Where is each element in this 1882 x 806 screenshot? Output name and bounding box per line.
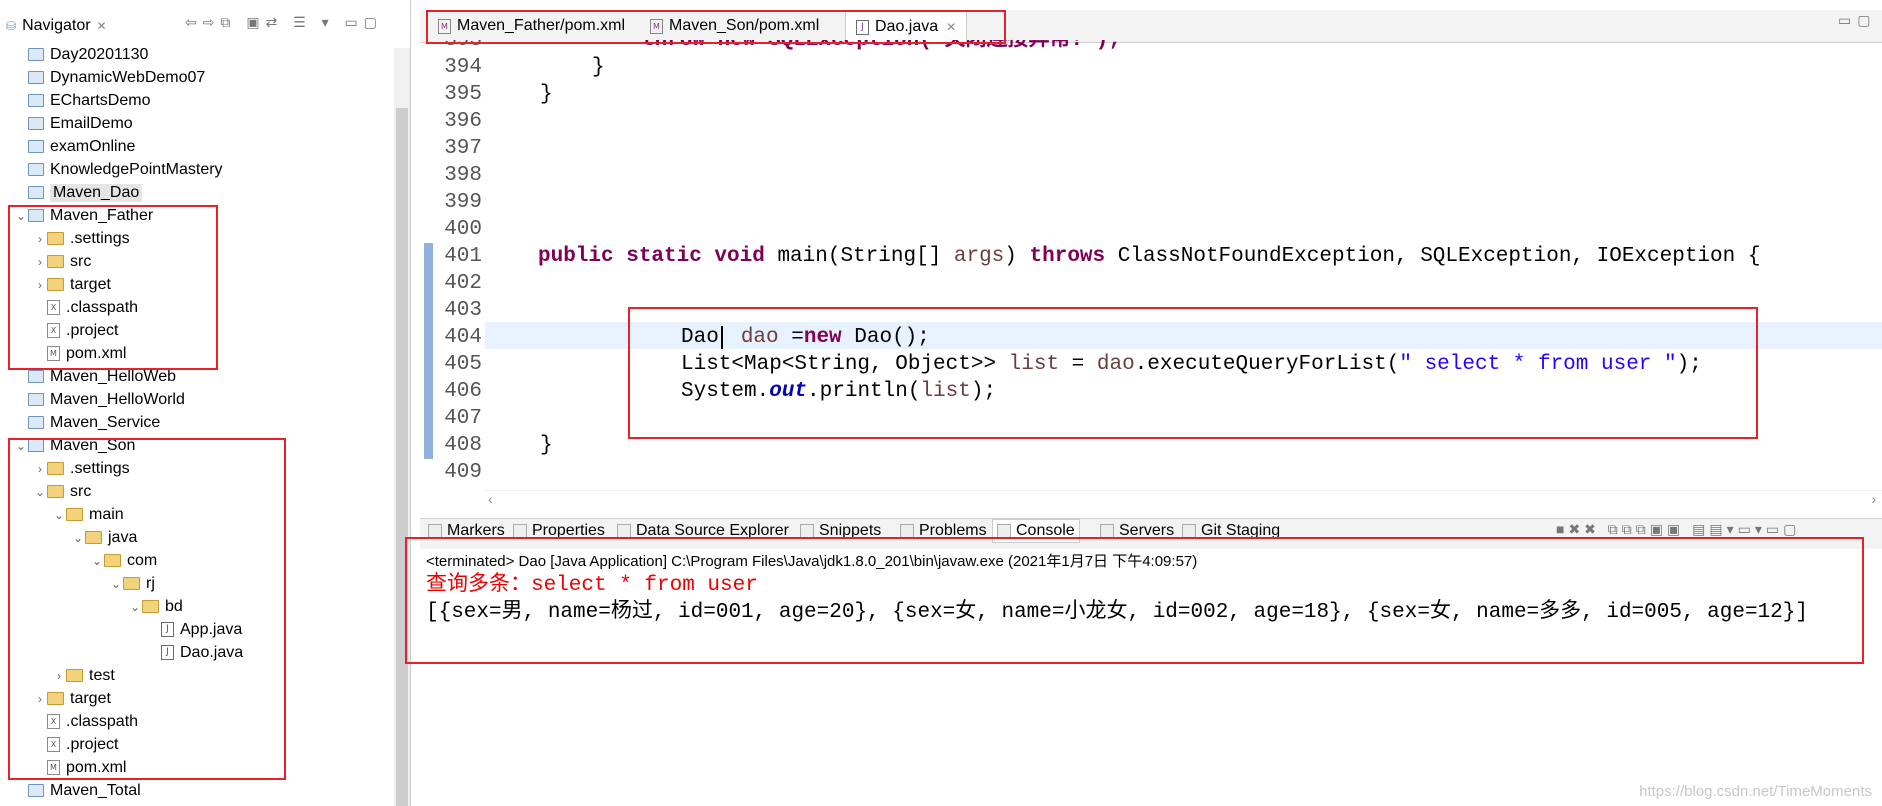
tree-item[interactable]: Maven_Total (14, 779, 141, 802)
highlight-box-maven-father (8, 205, 218, 370)
tree-item-label: Maven_HelloWorld (50, 390, 185, 408)
tree-item-label: Maven_Service (50, 413, 161, 431)
line-number: 397 (444, 137, 482, 160)
code-keyword: public static void (538, 245, 765, 268)
tree-item-label: Maven_HelloWeb (50, 367, 176, 385)
line-number: 396 (444, 110, 482, 133)
line-number: 406 (444, 380, 482, 403)
tree-item[interactable]: Maven_Dao (14, 181, 143, 204)
line-number: 408 (444, 434, 482, 457)
folder-icon (28, 48, 44, 61)
code-text: ClassNotFoundException, SQLException, IO… (1105, 245, 1761, 268)
folder-icon (28, 163, 44, 176)
line-number: 407 (444, 407, 482, 430)
data-source-explorer-icon (617, 524, 631, 538)
highlight-box-maven-son (8, 438, 286, 780)
tree-item[interactable]: Day20201130 (14, 43, 148, 66)
line-number: 404 (444, 326, 482, 349)
snippets-icon (800, 524, 814, 538)
tree-item-label: Maven_Dao (50, 183, 143, 202)
properties-icon (513, 524, 527, 538)
editor-window-controls[interactable]: ▭▢ (1838, 12, 1876, 29)
highlight-box-console (405, 537, 1864, 664)
tree-item[interactable]: Maven_HelloWorld (14, 388, 185, 411)
close-icon[interactable]: ✕ (97, 19, 107, 33)
folder-icon (28, 140, 44, 153)
editor-horizontal-scrollbar[interactable]: ‹ › (484, 490, 1882, 509)
navigator-scroll-thumb[interactable] (396, 108, 408, 806)
highlight-box-code (628, 307, 1758, 439)
tree-item-label: Day20201130 (50, 45, 149, 63)
folder-icon (28, 186, 44, 199)
folder-icon (28, 416, 44, 429)
folder-icon (28, 94, 44, 107)
line-number: 403 (444, 299, 482, 322)
folder-icon (28, 370, 44, 383)
servers-icon (1100, 524, 1114, 538)
line-number: 405 (444, 353, 482, 376)
highlight-box-tabs (426, 10, 1006, 44)
tree-item[interactable]: DynamicWebDemo07 (14, 66, 205, 89)
code-keyword: throws (1029, 245, 1106, 268)
navigator-icon: ⛁ (6, 19, 17, 33)
code-line-394: } (592, 54, 605, 81)
line-number: 394 (444, 56, 482, 79)
folder-icon (28, 117, 44, 130)
line-number: 395 (444, 83, 482, 106)
tree-item-label: Maven_Total (50, 781, 141, 799)
change-marker (424, 243, 433, 459)
folder-icon (28, 393, 44, 406)
tree-item-label: EChartsDemo (50, 91, 151, 109)
code-line-395: } (540, 81, 553, 108)
code-text: } (592, 56, 605, 79)
line-number: 400 (444, 218, 482, 241)
tree-item[interactable]: EChartsDemo (14, 89, 150, 112)
markers-icon (428, 524, 442, 538)
tree-item-label: KnowledgePointMastery (50, 160, 223, 178)
watermark: https://blog.csdn.net/TimeMoments (1639, 783, 1872, 800)
code-line-401: public static void main(String[] args) t… (538, 243, 1760, 270)
tree-item-label: examOnline (50, 137, 136, 155)
code-text: ) (1004, 245, 1030, 268)
tree-item[interactable]: examOnline (14, 135, 135, 158)
code-text: main(String[] (764, 245, 954, 268)
problems-icon (900, 524, 914, 538)
navigator-tab[interactable]: ⛁ Navigator ✕ (0, 12, 113, 40)
tree-item[interactable]: Maven_Service (14, 411, 160, 434)
folder-icon (28, 784, 44, 797)
navigator-toolbar[interactable]: ⇦⇨⧉ ▣⇄ ☰ ▾ ▭▢ (185, 14, 383, 31)
code-text: } (540, 434, 553, 457)
tree-item[interactable]: KnowledgePointMastery (14, 158, 223, 181)
line-number: 401 (444, 245, 482, 268)
line-number: 398 (444, 164, 482, 187)
navigator-title: Navigator (22, 17, 91, 34)
code-text: } (540, 83, 553, 106)
code-variable: args (953, 245, 1005, 268)
console-toolbar[interactable]: ■✖✖ ⧉⧉⧉▣▣ ▤▤▾▭▾▭▢ (1556, 521, 1800, 538)
tree-item[interactable]: EmailDemo (14, 112, 133, 135)
tree-item-label: EmailDemo (50, 114, 133, 132)
line-number: 409 (444, 461, 482, 484)
tree-item-label: DynamicWebDemo07 (50, 68, 206, 86)
line-number: 399 (444, 191, 482, 214)
code-line-408: } (540, 432, 553, 459)
line-number: 402 (444, 272, 482, 295)
folder-icon (28, 71, 44, 84)
git-staging-icon (1182, 524, 1196, 538)
console-icon (997, 524, 1011, 538)
